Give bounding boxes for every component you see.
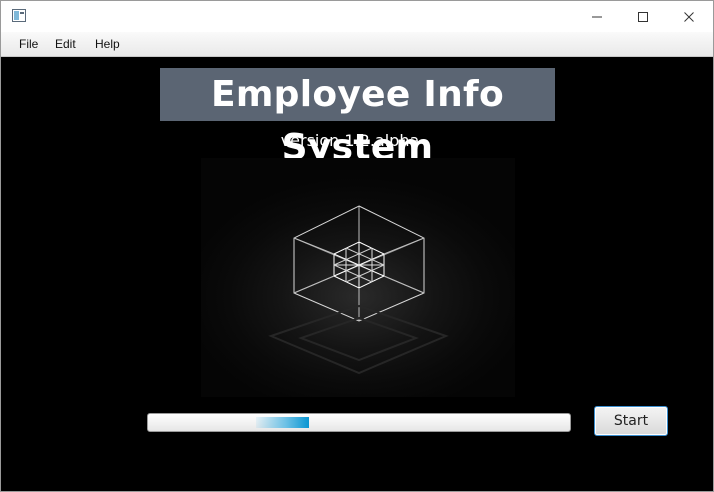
splash-image bbox=[201, 158, 515, 397]
menu-file[interactable]: File bbox=[15, 32, 42, 56]
loading-progress-bar bbox=[147, 413, 571, 432]
start-button[interactable]: Start bbox=[594, 406, 668, 436]
application-window: File Edit Help Employee Info System vers… bbox=[0, 0, 714, 492]
close-button[interactable] bbox=[666, 1, 712, 32]
main-content: Employee Info System version 1.2.alpha S… bbox=[1, 57, 713, 491]
minimize-icon bbox=[592, 16, 602, 17]
progress-indicator bbox=[256, 417, 309, 428]
menu-bar: File Edit Help bbox=[1, 32, 713, 57]
menu-edit[interactable]: Edit bbox=[51, 32, 80, 56]
minimize-button[interactable] bbox=[574, 1, 620, 32]
maximize-button[interactable] bbox=[620, 1, 666, 32]
title-bar[interactable] bbox=[1, 1, 713, 32]
wireframe-cube-icon bbox=[268, 205, 449, 375]
close-icon bbox=[684, 11, 694, 22]
app-title: Employee Info System bbox=[160, 68, 555, 168]
version-label: version 1.2.alpha bbox=[280, 131, 420, 150]
app-window-icon bbox=[12, 9, 26, 22]
menu-help[interactable]: Help bbox=[91, 32, 124, 56]
maximize-icon bbox=[638, 11, 648, 22]
